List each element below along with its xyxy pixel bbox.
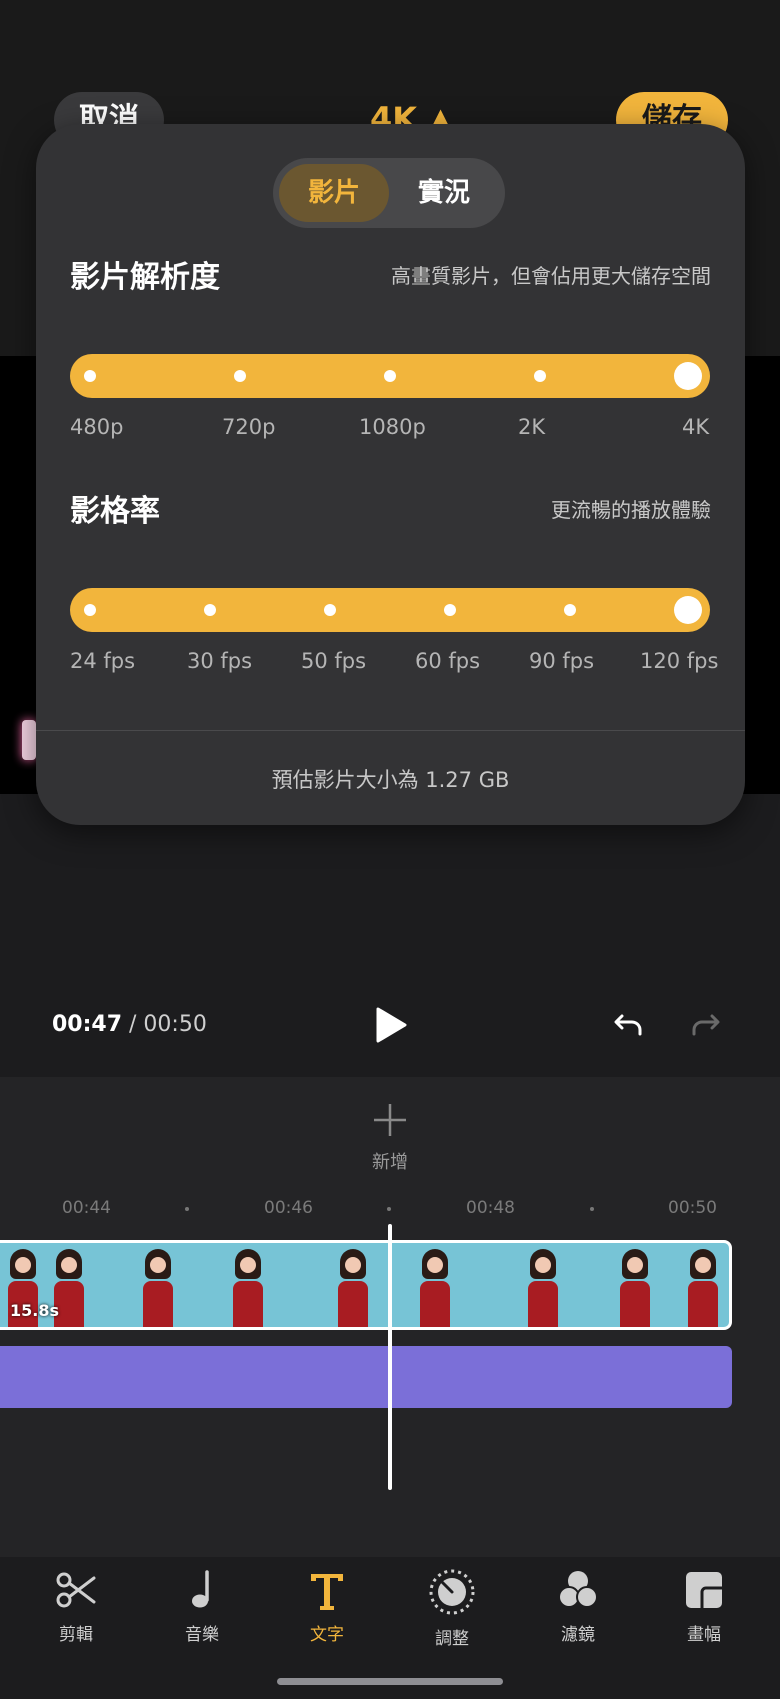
home-indicator[interactable]	[277, 1678, 503, 1685]
tool-label: 剪輯	[59, 1625, 93, 1645]
tool-label: 文字	[310, 1625, 344, 1645]
total-time: / 00:50	[122, 1012, 207, 1037]
clip-thumbnail	[680, 1243, 726, 1327]
filter-circles-icon	[558, 1571, 598, 1608]
frame-rate-option: 30 fps	[187, 649, 253, 673]
frame-rate-option: 24 fps	[70, 649, 136, 673]
resolution-slider-knob[interactable]	[674, 362, 702, 390]
resolution-slider[interactable]	[70, 354, 710, 398]
frame-rate-stop[interactable]	[204, 604, 216, 616]
ruler-dot	[387, 1207, 391, 1211]
tool-filter[interactable]: 濾鏡	[528, 1568, 628, 1664]
tool-music[interactable]: 音樂	[152, 1568, 252, 1664]
frame-rate-option: 90 fps	[529, 649, 595, 673]
frame-rate-description: 更流暢的播放體驗	[551, 498, 711, 522]
resolution-option: 480p	[70, 415, 124, 439]
resolution-option: 2K	[518, 415, 546, 439]
panel-divider	[36, 730, 745, 731]
music-note-icon	[192, 1570, 209, 1608]
adjust-dial-icon	[429, 1569, 475, 1615]
text-icon	[311, 1574, 343, 1610]
tool-label: 調整	[435, 1629, 469, 1649]
current-time: 00:47	[52, 1012, 123, 1037]
clip-thumbnail	[412, 1243, 458, 1327]
estimated-size-text: 預估影片大小為 1.27 GB	[271, 768, 510, 792]
undo-icon[interactable]	[610, 1012, 644, 1038]
clip-thumbnail	[330, 1243, 376, 1327]
resolution-stop[interactable]	[234, 370, 246, 382]
ruler-dot	[185, 1207, 189, 1211]
resolution-description: 高畫質影片，但會佔用更大儲存空間	[391, 264, 711, 288]
ruler-label: 00:46	[264, 1198, 313, 1218]
resolution-option: 1080p	[359, 415, 426, 439]
resolution-stop[interactable]	[384, 370, 396, 382]
playback-time: 00:47 / 00:50	[52, 1012, 207, 1037]
ruler-label: 00:48	[466, 1198, 515, 1218]
mode-segmented-control: 影片 實況	[273, 158, 505, 228]
scissors-icon	[56, 1572, 96, 1608]
frame-rate-option: 50 fps	[301, 649, 367, 673]
frame-rate-option: 60 fps	[415, 649, 481, 673]
clip-thumbnail	[520, 1243, 566, 1327]
preview-text-overlay	[22, 720, 36, 760]
clip-thumbnail	[135, 1243, 181, 1327]
tool-text[interactable]: 文字	[277, 1568, 377, 1664]
tab-live[interactable]: 實況	[389, 164, 499, 222]
video-clip[interactable]	[0, 1240, 732, 1330]
ruler-label: 00:44	[62, 1198, 111, 1218]
tool-label: 濾鏡	[561, 1625, 595, 1645]
tool-aspect[interactable]: 畫幅	[654, 1568, 754, 1664]
tool-cut[interactable]: 剪輯	[26, 1568, 126, 1664]
ruler-dot	[590, 1207, 594, 1211]
export-settings-panel: 影片 實況 影片解析度 高畫質影片，但會佔用更大儲存空間 480p 720p 1…	[36, 124, 745, 825]
resolution-stop[interactable]	[84, 370, 96, 382]
resolution-title: 影片解析度	[70, 260, 220, 295]
tool-adjust[interactable]: 調整	[402, 1568, 502, 1664]
play-icon[interactable]	[374, 1006, 408, 1044]
resolution-stop[interactable]	[534, 370, 546, 382]
frame-rate-title: 影格率	[70, 494, 160, 529]
clip-thumbnail	[225, 1243, 271, 1327]
frame-rate-stop[interactable]	[564, 604, 576, 616]
tool-label: 音樂	[185, 1625, 219, 1645]
frame-rate-stop[interactable]	[324, 604, 336, 616]
frame-rate-stop[interactable]	[84, 604, 96, 616]
redo-icon[interactable]	[690, 1012, 724, 1038]
frame-rate-option: 120 fps	[640, 649, 719, 673]
resolution-option: 720p	[222, 415, 276, 439]
frame-rate-stop[interactable]	[444, 604, 456, 616]
tab-video[interactable]: 影片	[279, 164, 389, 222]
frame-rate-slider[interactable]	[70, 588, 710, 632]
add-icon[interactable]	[372, 1102, 408, 1138]
clip-duration: 15.8s	[10, 1301, 59, 1320]
resolution-option: 4K	[682, 415, 710, 439]
frame-rate-slider-knob[interactable]	[674, 596, 702, 624]
text-track[interactable]	[0, 1346, 732, 1408]
ruler-label: 00:50	[668, 1198, 717, 1218]
add-label[interactable]: 新增	[350, 1148, 430, 1174]
clip-thumbnail	[612, 1243, 658, 1327]
aspect-ratio-icon	[686, 1572, 722, 1608]
tool-label: 畫幅	[687, 1625, 721, 1645]
playhead[interactable]	[388, 1224, 392, 1490]
